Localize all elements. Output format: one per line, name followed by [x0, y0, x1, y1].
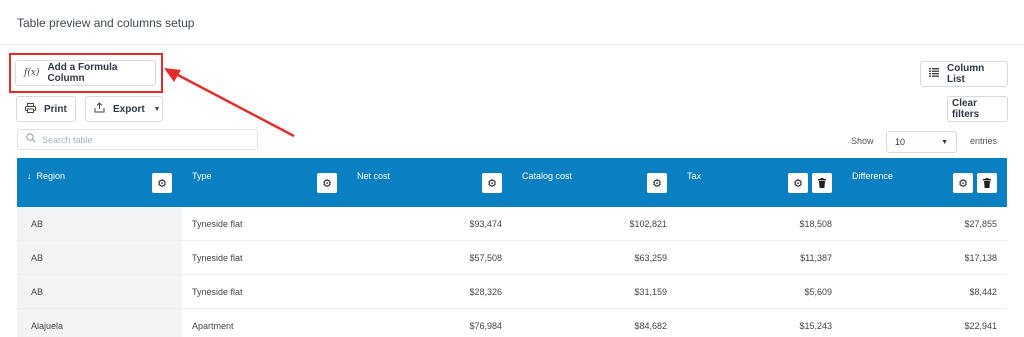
table-row: Alajuela Apartment $76,984 $84,682 $15,2… — [17, 309, 1007, 337]
cell-tax: $15,243 — [799, 320, 832, 331]
column-label: Difference — [852, 171, 893, 181]
page-header: Table preview and columns setup — [0, 0, 1024, 45]
caret-down-icon: ▼ — [153, 105, 161, 113]
formula-icon: f(x) — [24, 68, 40, 78]
gear-icon[interactable]: ⚙ — [317, 173, 337, 193]
entries-value: 10 — [895, 137, 906, 147]
cell-net-cost: $76,984 — [469, 320, 502, 331]
gear-icon[interactable]: ⚙ — [647, 173, 667, 193]
cell-region: AB — [17, 207, 182, 240]
column-header-net-cost[interactable]: Net cost ⚙ — [347, 158, 512, 207]
sort-arrow-icon: ↓ — [27, 171, 32, 181]
cell-difference: $22,941 — [964, 320, 997, 331]
cell-difference: $17,138 — [964, 252, 997, 263]
column-header-region[interactable]: ↓ Region ⚙ — [17, 158, 182, 207]
cell-tax: $18,508 — [799, 218, 832, 229]
gear-icon[interactable]: ⚙ — [953, 173, 973, 193]
column-header-tax[interactable]: Tax ⚙ — [677, 158, 842, 207]
cell-type: Tyneside flat — [192, 286, 243, 297]
caret-down-icon: ▼ — [941, 138, 948, 146]
table-body: AB Tyneside flat $93,474 $102,821 $18,50… — [17, 207, 1007, 337]
search-input[interactable] — [42, 134, 242, 145]
cell-type: Tyneside flat — [192, 218, 243, 229]
cell-difference: $8,442 — [969, 286, 997, 297]
gear-icon[interactable]: ⚙ — [788, 173, 808, 193]
column-label: Type — [192, 171, 212, 181]
print-button[interactable]: Print — [16, 96, 76, 122]
print-label: Print — [44, 103, 67, 115]
clear-filters-label: Clear filters — [952, 98, 980, 120]
gear-icon[interactable]: ⚙ — [482, 173, 502, 193]
column-header-type[interactable]: Type ⚙ — [182, 158, 347, 207]
cell-catalog-cost: $31,159 — [634, 286, 667, 297]
column-list-button[interactable]: Column List — [920, 61, 1008, 87]
column-label: Catalog cost — [522, 171, 573, 181]
trash-icon[interactable] — [977, 173, 997, 193]
add-formula-column-button[interactable]: f(x) Add a Formula Column — [15, 60, 156, 86]
gear-icon[interactable]: ⚙ — [152, 173, 172, 193]
cell-type: Tyneside flat — [192, 252, 243, 263]
page-title: Table preview and columns setup — [17, 16, 195, 30]
column-header-catalog-cost[interactable]: Catalog cost ⚙ — [512, 158, 677, 207]
entries-select[interactable]: 10 ▼ — [886, 131, 957, 153]
cell-region: Alajuela — [17, 309, 182, 337]
show-label: Show — [851, 136, 874, 146]
cell-difference: $27,855 — [964, 218, 997, 229]
column-label: Tax — [687, 171, 702, 181]
cell-region: AB — [17, 275, 182, 308]
cell-catalog-cost: $63,259 — [634, 252, 667, 263]
table-row: AB Tyneside flat $93,474 $102,821 $18,50… — [17, 207, 1007, 241]
cell-region: AB — [17, 241, 182, 274]
trash-icon[interactable] — [812, 173, 832, 193]
cell-tax: $5,609 — [804, 286, 832, 297]
search-box[interactable] — [17, 129, 258, 150]
cell-catalog-cost: $102,821 — [629, 218, 667, 229]
cell-type: Apartment — [192, 320, 234, 331]
add-formula-column-label: Add a Formula Column — [47, 62, 118, 84]
cell-net-cost: $93,474 — [469, 218, 502, 229]
entries-label: entries — [970, 136, 998, 146]
cell-net-cost: $28,326 — [469, 286, 502, 297]
column-header-difference[interactable]: Difference ⚙ — [842, 158, 1007, 207]
cell-tax: $11,387 — [800, 252, 832, 263]
cell-catalog-cost: $84,682 — [634, 320, 667, 331]
search-icon — [26, 133, 36, 146]
upload-icon — [94, 102, 105, 116]
list-icon — [929, 68, 939, 80]
column-label: Region — [36, 171, 66, 181]
table-header: ↓ Region ⚙ Type ⚙ Net cost ⚙ Catalog cost… — [17, 158, 1007, 207]
export-button[interactable]: Export ▼ — [85, 96, 163, 122]
table-row: AB Tyneside flat $28,326 $31,159 $5,609 … — [17, 275, 1007, 309]
table-row: AB Tyneside flat $57,508 $63,259 $11,387… — [17, 241, 1007, 275]
column-list-label: Column List — [947, 63, 985, 85]
printer-icon — [25, 102, 36, 116]
column-label: Net cost — [357, 171, 391, 181]
clear-filters-button[interactable]: Clear filters — [947, 96, 1008, 122]
export-label: Export — [113, 103, 145, 115]
cell-net-cost: $57,508 — [469, 252, 502, 263]
